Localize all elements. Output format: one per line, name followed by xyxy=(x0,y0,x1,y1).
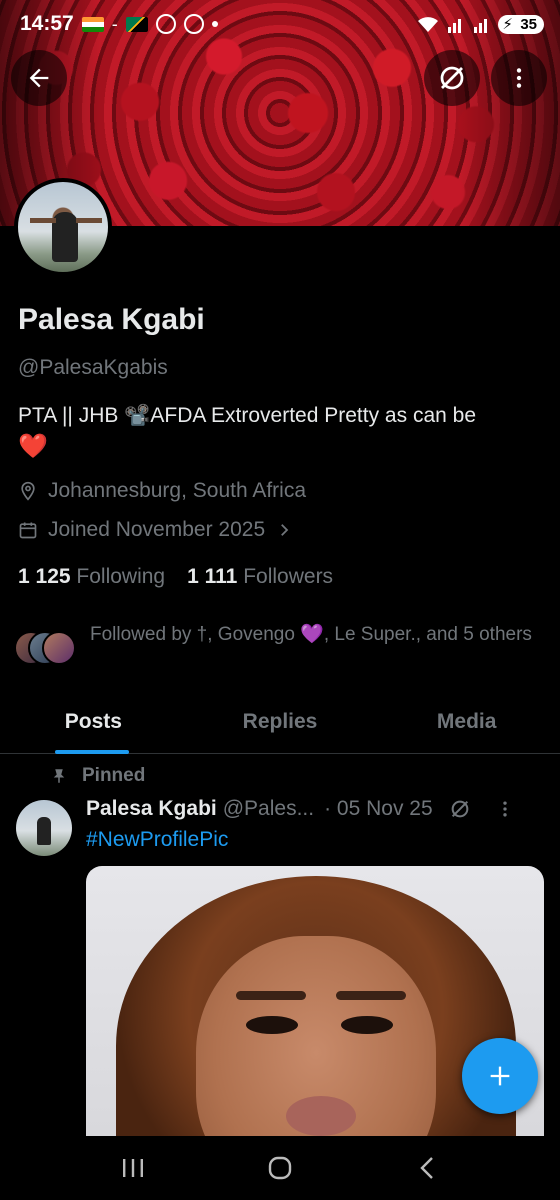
plus-icon xyxy=(490,1066,510,1086)
followers-link[interactable]: 1 111 Followers xyxy=(187,565,333,589)
location-row: Johannesburg, South Africa xyxy=(18,479,306,503)
profile-tabs: Posts Replies Media xyxy=(0,700,560,754)
more-options-button[interactable] xyxy=(491,50,547,106)
profile-handle: @PalesaKgabis xyxy=(18,356,168,379)
post-hashtag[interactable]: #NewProfilePic xyxy=(86,828,228,852)
followed-by-text: Followed by †, Govengo 💜, Le Super., and… xyxy=(90,624,532,645)
system-nav-bar xyxy=(0,1136,560,1200)
avatar-arm-right xyxy=(76,218,102,223)
status-time: 14:57 xyxy=(20,12,74,35)
tesco-icon xyxy=(183,14,204,34)
following-link[interactable]: 1 125 Following xyxy=(18,565,165,589)
followed-by-avatars xyxy=(14,631,80,667)
profile-name: Palesa Kgabi xyxy=(18,303,205,336)
image-brow xyxy=(236,991,306,1000)
image-lips xyxy=(286,1096,356,1136)
calendar-icon xyxy=(19,522,37,539)
avatar-figure xyxy=(37,817,51,845)
system-back-button[interactable] xyxy=(397,1143,457,1193)
location-pin-icon xyxy=(21,481,35,501)
follow-stats: 1 125 Following 1 111 Followers xyxy=(18,565,333,589)
recent-apps-icon xyxy=(123,1159,144,1177)
location-text: Johannesburg, South Africa xyxy=(48,479,307,502)
whatsapp-icon xyxy=(155,14,176,34)
pinned-label: Pinned xyxy=(82,765,146,786)
profile-avatar[interactable] xyxy=(14,178,112,276)
following-count: 1 125 xyxy=(18,565,71,588)
post-header: Palesa Kgabi @Pales... · 05 Nov 25 xyxy=(86,797,546,821)
post-author-name[interactable]: Palesa Kgabi xyxy=(86,797,217,821)
arrow-left-icon xyxy=(29,68,49,88)
bio-text: PTA || JHB 📽️AFDA Extroverted Pretty as … xyxy=(18,404,477,427)
following-label: Following xyxy=(76,565,166,588)
home-button[interactable] xyxy=(250,1143,310,1193)
more-vertical-icon[interactable] xyxy=(495,798,515,820)
image-brow xyxy=(336,991,406,1000)
pinned-indicator: Pinned xyxy=(50,765,145,787)
post-author-avatar[interactable] xyxy=(16,800,72,856)
tab-posts[interactable]: Posts xyxy=(0,700,187,754)
flag-south-africa-icon xyxy=(125,16,148,32)
tab-media[interactable]: Media xyxy=(373,700,560,753)
signal-icon xyxy=(448,19,462,33)
compose-button[interactable] xyxy=(462,1038,538,1114)
followed-by-row[interactable]: Followed by †, Govengo 💜, Le Super., and… xyxy=(14,621,544,667)
battery-level: 35 xyxy=(520,15,537,33)
mini-avatar xyxy=(42,631,76,665)
bio-heart-emoji: ❤️ xyxy=(18,433,48,460)
post-date: · 05 Nov 25 xyxy=(324,797,433,820)
wifi-icon xyxy=(418,17,439,32)
grok-button[interactable] xyxy=(424,50,480,106)
status-separator: - xyxy=(111,13,118,34)
more-vertical-icon xyxy=(516,68,522,88)
notification-dot xyxy=(211,21,218,27)
followers-count: 1 111 xyxy=(187,565,238,588)
back-button[interactable] xyxy=(11,50,67,106)
avatar-arm-left xyxy=(30,218,56,223)
image-eye xyxy=(246,1016,298,1034)
profile-bio: PTA || JHB 📽️AFDA Extroverted Pretty as … xyxy=(18,400,548,462)
followers-label: Followers xyxy=(243,565,334,588)
post-author-handle[interactable]: @Pales... xyxy=(223,797,314,821)
status-bar: 14:57 - ⚡ 35 xyxy=(0,0,560,48)
chevron-right-icon xyxy=(281,524,289,536)
tab-replies[interactable]: Replies xyxy=(187,700,374,753)
grok-icon xyxy=(440,66,464,90)
joined-text: Joined November 2025 xyxy=(48,518,266,541)
grok-icon[interactable] xyxy=(449,798,471,820)
image-eye xyxy=(341,1016,393,1034)
joined-row[interactable]: Joined November 2025 xyxy=(18,518,293,542)
signal-icon-2 xyxy=(474,19,488,33)
flag-india-icon xyxy=(81,16,104,32)
chevron-left-icon xyxy=(419,1157,433,1179)
recent-apps-button[interactable] xyxy=(103,1143,163,1193)
home-circle-icon xyxy=(268,1156,292,1180)
battery-icon: ⚡ 35 xyxy=(498,14,544,34)
pin-icon xyxy=(53,769,65,783)
